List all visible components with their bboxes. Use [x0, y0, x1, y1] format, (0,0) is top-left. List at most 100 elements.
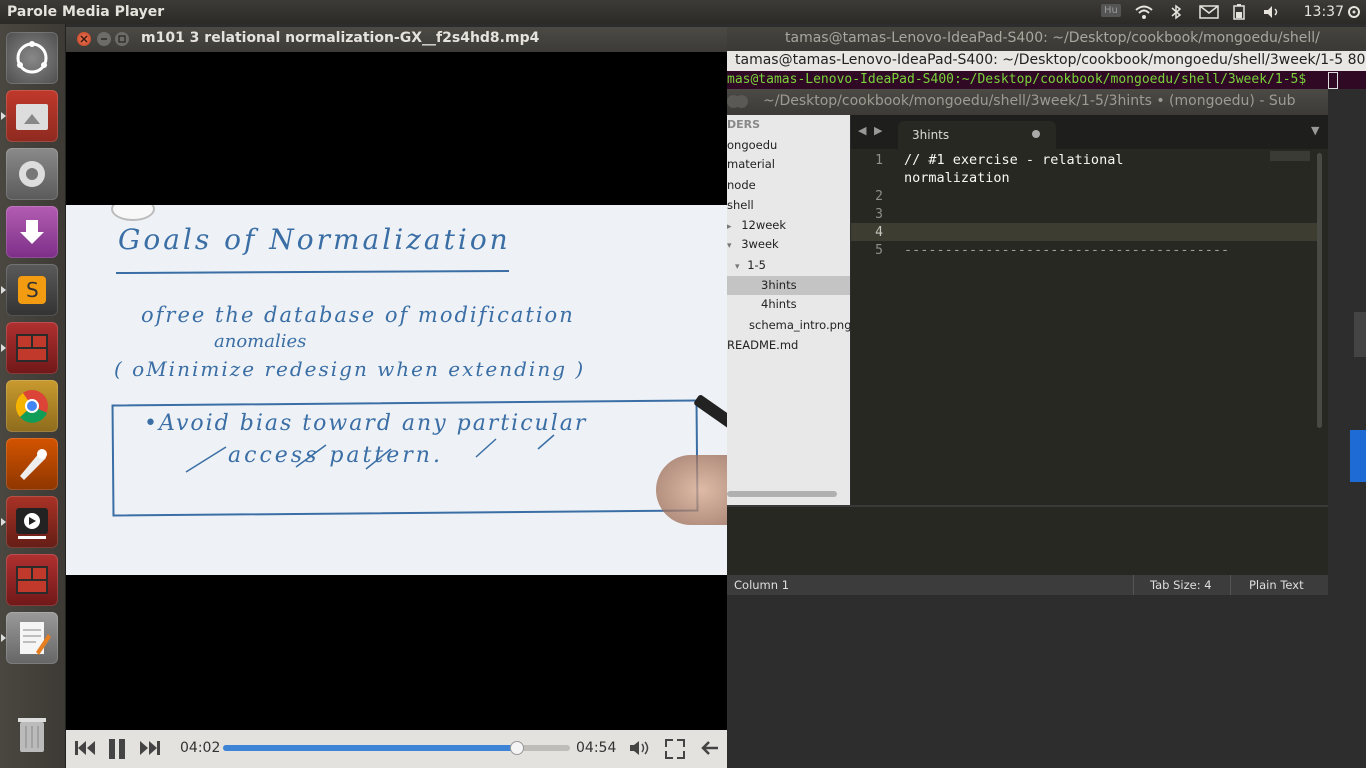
- pen-strokes: [185, 434, 555, 473]
- software-center-icon[interactable]: [6, 206, 58, 258]
- keyboard-layout-icon[interactable]: Hu: [1101, 4, 1121, 17]
- syntax-button[interactable]: Plain Text: [1249, 578, 1304, 592]
- tree-item-material[interactable]: material: [727, 157, 775, 171]
- terminal-titlebar[interactable]: tamas@tamas-Lenovo-IdeaPad-S400: ~/Deskt…: [727, 27, 1366, 51]
- close-icon[interactable]: [77, 32, 91, 46]
- tree-item-12week[interactable]: ▸ 12week: [727, 218, 786, 232]
- tree-item-readme[interactable]: README.md: [727, 338, 798, 352]
- terminal-subtitle: tamas@tamas-Lenovo-IdeaPad-S400: ~/Deskt…: [735, 52, 1366, 68]
- clock[interactable]: 13:37: [1304, 4, 1344, 20]
- next-track-icon[interactable]: [139, 739, 161, 761]
- whiteboard-line-2: ( oMinimize redesign when extending ): [114, 357, 586, 381]
- modified-dot-icon[interactable]: [1032, 130, 1040, 138]
- volume-icon[interactable]: [629, 739, 651, 761]
- editor-scrollbar[interactable]: [1317, 153, 1322, 428]
- pause-button[interactable]: [107, 739, 127, 763]
- running-indicator: [1, 634, 6, 642]
- terminal-cursor: [1328, 72, 1338, 89]
- files-icon[interactable]: [6, 90, 58, 142]
- chrome-icon[interactable]: [6, 380, 58, 432]
- camera-lens-edge: [111, 205, 155, 221]
- terminal-2-icon[interactable]: [6, 554, 58, 606]
- running-indicator: [1, 286, 6, 294]
- maximize-icon[interactable]: [115, 32, 129, 46]
- tab-prev-icon[interactable]: ◀: [858, 124, 866, 137]
- seek-bar[interactable]: [223, 741, 570, 755]
- terminal-body[interactable]: mas@tamas-Lenovo-IdeaPad-S400:~/Desktop/…: [727, 71, 1366, 89]
- seek-bar-progress: [223, 745, 516, 751]
- presenter-hand: [656, 455, 727, 525]
- expand-arrow-icon[interactable]: ▸: [727, 222, 732, 232]
- code-view[interactable]: 1 // #1 exercise - relational normalizat…: [851, 149, 1328, 505]
- system-settings-icon[interactable]: [6, 148, 58, 200]
- active-app-name: Parole Media Player: [7, 4, 165, 20]
- tree-item-mongoedu[interactable]: ongoedu: [727, 138, 777, 152]
- terminal-icon[interactable]: [6, 322, 58, 374]
- heading-underline: [115, 269, 510, 275]
- sidebar-scrollbar[interactable]: [727, 491, 837, 497]
- tab-label: 3hints: [912, 128, 950, 142]
- seek-handle[interactable]: [509, 741, 524, 755]
- ubuntu-dash-icon[interactable]: [6, 32, 58, 84]
- sublime-titlebar[interactable]: ~/Desktop/cookbook/mongoedu/shell/3week/…: [727, 89, 1328, 115]
- mail-icon[interactable]: [1199, 4, 1219, 24]
- text-editor-icon[interactable]: [6, 612, 58, 664]
- bluetooth-icon[interactable]: [1170, 4, 1182, 24]
- background-window-edge: [1350, 430, 1366, 482]
- code-line: // #1 exercise - relational: [904, 152, 1124, 168]
- parole-player-icon[interactable]: [6, 496, 58, 548]
- current-line-highlight: [851, 223, 1321, 241]
- battery-icon[interactable]: [1233, 4, 1245, 24]
- minimap[interactable]: [1270, 151, 1310, 161]
- fullscreen-icon[interactable]: [665, 739, 685, 763]
- line-number: 3: [875, 207, 883, 222]
- line-number: 5: [875, 243, 883, 258]
- inkscape-icon[interactable]: [6, 438, 58, 490]
- tree-item-4hints[interactable]: 4hints: [761, 297, 797, 311]
- terminal-tab-header: tamas@tamas-Lenovo-IdeaPad-S400: ~/Deskt…: [727, 51, 1366, 71]
- player-controls: 04:02 04:54: [66, 730, 727, 768]
- volume-icon[interactable]: [1262, 4, 1282, 24]
- trash-icon[interactable]: [6, 708, 58, 760]
- sublime-text-icon[interactable]: S: [6, 264, 58, 316]
- tab-next-icon[interactable]: ▶: [874, 124, 882, 137]
- video-frame-whiteboard[interactable]: Goals of Normalization ofree the databas…: [66, 205, 727, 575]
- wifi-icon[interactable]: [1134, 4, 1154, 24]
- back-arrow-icon[interactable]: [700, 739, 720, 761]
- status-bar: Column 1 Tab Size: 4 Plain Text: [727, 575, 1328, 595]
- tab-size-button[interactable]: Tab Size: 4: [1150, 578, 1212, 592]
- code-line: ----------------------------------------: [904, 242, 1230, 258]
- whiteboard-line-1b: anomalies: [214, 331, 307, 352]
- duration-time: 04:54: [576, 740, 617, 756]
- top-panel: Parole Media Player Hu 13:37: [0, 0, 1366, 24]
- tab-list-icon[interactable]: ▼: [1311, 124, 1319, 137]
- console-panel[interactable]: [727, 505, 1328, 577]
- running-indicator: [1, 518, 6, 526]
- launcher: S: [0, 24, 66, 768]
- tree-item-3hints[interactable]: 3hints: [761, 278, 797, 292]
- line-number: 1: [875, 153, 883, 168]
- code-line: normalization: [904, 170, 1010, 186]
- divider: [1133, 575, 1134, 595]
- tree-item-shell[interactable]: shell: [727, 198, 754, 212]
- tree-item-node[interactable]: node: [727, 178, 756, 192]
- elapsed-time: 04:02: [180, 740, 221, 756]
- video-title: m101 3 relational normalization-GX__f2s4…: [141, 30, 540, 46]
- tree-item-1-5[interactable]: ▾ 1-5: [735, 258, 766, 272]
- terminal-prompt: mas@tamas-Lenovo-IdeaPad-S400:~/Desktop/…: [727, 72, 1307, 87]
- sublime-title: ~/Desktop/cookbook/mongoedu/shell/3week/…: [763, 93, 1296, 109]
- collapse-arrow-icon[interactable]: ▾: [727, 241, 732, 251]
- line-number: 4: [875, 225, 883, 240]
- previous-track-icon[interactable]: [74, 739, 96, 761]
- player-titlebar[interactable]: m101 3 relational normalization-GX__f2s4…: [66, 27, 727, 52]
- minimize-icon[interactable]: [97, 32, 111, 46]
- tree-item-3week[interactable]: ▾ 3week: [727, 237, 779, 251]
- tree-item-schema-intro[interactable]: schema_intro.png: [749, 318, 852, 332]
- running-indicator: [1, 344, 6, 352]
- whiteboard-heading: Goals of Normalization: [118, 223, 511, 256]
- power-gear-icon[interactable]: [1347, 4, 1361, 24]
- maximize-icon[interactable]: [735, 95, 748, 108]
- marker-pen: [692, 393, 727, 439]
- tab-3hints[interactable]: 3hints: [898, 121, 1056, 149]
- collapse-arrow-icon[interactable]: ▾: [735, 262, 740, 272]
